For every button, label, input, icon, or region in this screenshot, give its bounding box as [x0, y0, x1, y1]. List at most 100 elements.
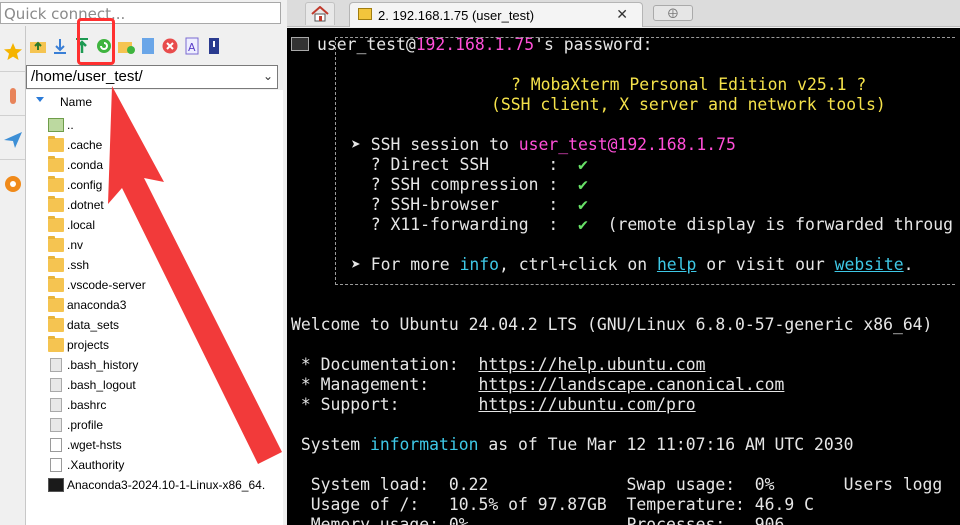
parent-folder-button[interactable] [27, 35, 49, 57]
file-list-item[interactable]: data_sets [48, 316, 119, 334]
check-label: ? SSH-browser : [351, 195, 578, 214]
script-icon [48, 478, 64, 492]
more-or: or visit our [696, 255, 835, 274]
stats-line-2: Usage of /: 10.5% of 97.87GB Temperature… [291, 495, 815, 514]
file-list-item[interactable]: .bashrc [48, 396, 106, 414]
new-tab-button[interactable]: ⨁ [653, 5, 693, 21]
new-file-button[interactable] [137, 35, 159, 57]
sidebar-tab-sftp[interactable] [0, 120, 25, 160]
documentation-link[interactable]: https://help.ubuntu.com [479, 355, 706, 374]
sidebar-tab-sessions[interactable] [0, 32, 25, 72]
chevron-down-icon[interactable]: ⌄ [263, 69, 273, 83]
remote-path-value: /home/user_test/ [31, 68, 143, 85]
check-mark-icon: ✔ [577, 175, 588, 194]
tab-session-2[interactable]: 2. 192.168.1.75 (user_test) ✕ [349, 2, 643, 27]
file-list-item[interactable]: anaconda3 [48, 296, 126, 314]
ssh-check-line: ? SSH-browser : ✔ [351, 195, 588, 215]
file-list-item[interactable]: .profile [48, 416, 103, 434]
tools-icon [9, 87, 16, 104]
ssh-check-line: ? Direct SSH : ✔ [351, 155, 588, 175]
download-icon [54, 39, 66, 54]
sort-caret-icon [36, 97, 44, 102]
support-label: * Support: [291, 395, 479, 414]
upload-highlight-box [77, 18, 115, 65]
file-list-item[interactable]: .. [48, 116, 74, 134]
file-icon [50, 398, 62, 412]
rename-button[interactable]: A [181, 35, 203, 57]
more-end: . [903, 255, 914, 274]
folder-icon [48, 156, 64, 172]
file-list-item[interactable]: .nv [48, 236, 83, 254]
new-file-icon [142, 38, 154, 54]
rename-icon: A [185, 37, 199, 55]
folder-up-icon [30, 41, 46, 53]
close-icon[interactable]: ✕ [616, 6, 628, 23]
file-name: .conda [67, 158, 104, 172]
plus-icon: ⨁ [668, 7, 678, 19]
stats-line-1: System load: 0.22 Swap usage: 0% Users l… [291, 475, 943, 494]
file-list-item[interactable]: .bash_logout [48, 376, 136, 394]
support-link[interactable]: https://ubuntu.com/pro [479, 395, 696, 414]
file-name: .bash_logout [67, 378, 136, 392]
file-list-item[interactable]: .bash_history [48, 356, 138, 374]
file-list-item[interactable]: .Xauthority [48, 456, 124, 474]
file-list-item[interactable]: .vscode-server [48, 276, 146, 294]
file-name: projects [67, 338, 110, 352]
home-icon [311, 6, 329, 22]
file-name: .bash_history [67, 358, 139, 372]
panel-splitter[interactable] [283, 0, 287, 525]
sysinfo-word: information [369, 435, 479, 454]
check-mark-icon: ✔ [577, 155, 588, 174]
settings-icon [209, 38, 219, 54]
file-list-item[interactable]: .config [48, 176, 102, 194]
folder-icon [48, 256, 64, 272]
check-note: (remote display is forwarded throug [587, 215, 953, 234]
mgmt-label: * Management: [291, 375, 479, 394]
file-list-item[interactable]: .ssh [48, 256, 89, 274]
new-folder-button[interactable] [115, 35, 137, 57]
home-tab[interactable] [305, 2, 335, 25]
help-link[interactable]: help [657, 255, 696, 274]
folder-icon [48, 136, 64, 152]
file-name: .cache [67, 138, 103, 152]
file-name: .Xauthority [67, 458, 125, 472]
management-link[interactable]: https://landscape.canonical.com [479, 375, 785, 394]
download-button[interactable] [49, 35, 71, 57]
sftp-toolbar: A [27, 32, 225, 60]
file-list-item[interactable]: .conda [48, 156, 103, 174]
tab-session-2-label: 2. 192.168.1.75 (user_test) [378, 8, 535, 23]
paper-plane-icon [3, 131, 22, 148]
file-list-item[interactable]: .local [48, 216, 95, 234]
settings-button[interactable] [203, 35, 225, 57]
delete-icon [162, 38, 178, 54]
session-target: user_test@192.168.1.75 [518, 135, 736, 154]
file-list-item[interactable]: .wget-hsts [48, 436, 122, 454]
file-name: .config [67, 178, 103, 192]
folder-icon [48, 176, 64, 192]
delete-button[interactable] [159, 35, 181, 57]
file-list-item[interactable]: .cache [48, 136, 102, 154]
doc-label: * Documentation: [291, 355, 479, 374]
folder-icon [48, 276, 64, 292]
file-list-item[interactable]: .dotnet [48, 196, 104, 214]
column-header-name[interactable]: Name [26, 93, 287, 111]
terminal-output[interactable]: user_test@192.168.1.75's password: ? Mob… [287, 28, 960, 525]
file-icon [50, 358, 62, 372]
column-header-label: Name [60, 95, 93, 109]
sysinfo-suffix: as of Tue Mar 12 11:07:16 AM UTC 2030 [478, 435, 854, 454]
info-link[interactable]: info [460, 255, 499, 274]
quick-connect-input[interactable]: Quick connect... [0, 2, 281, 24]
file-list-item[interactable]: projects [48, 336, 109, 354]
website-link[interactable]: website [835, 255, 904, 274]
file-name: data_sets [67, 318, 120, 332]
check-label: ? X11-forwarding : [351, 215, 578, 234]
file-list-item[interactable]: Anaconda3-2024.10-1-Linux-x86_64. [48, 476, 265, 494]
file-name: .ssh [67, 258, 90, 272]
sidebar-tab-tools[interactable] [0, 76, 25, 116]
check-label: ? Direct SSH : [351, 155, 578, 174]
folder-icon [48, 236, 64, 252]
file-name: .. [67, 118, 74, 132]
folder-icon [48, 196, 64, 212]
sidebar-tab-macros[interactable] [0, 164, 25, 204]
remote-path-select[interactable]: /home/user_test/ ⌄ [26, 65, 278, 89]
